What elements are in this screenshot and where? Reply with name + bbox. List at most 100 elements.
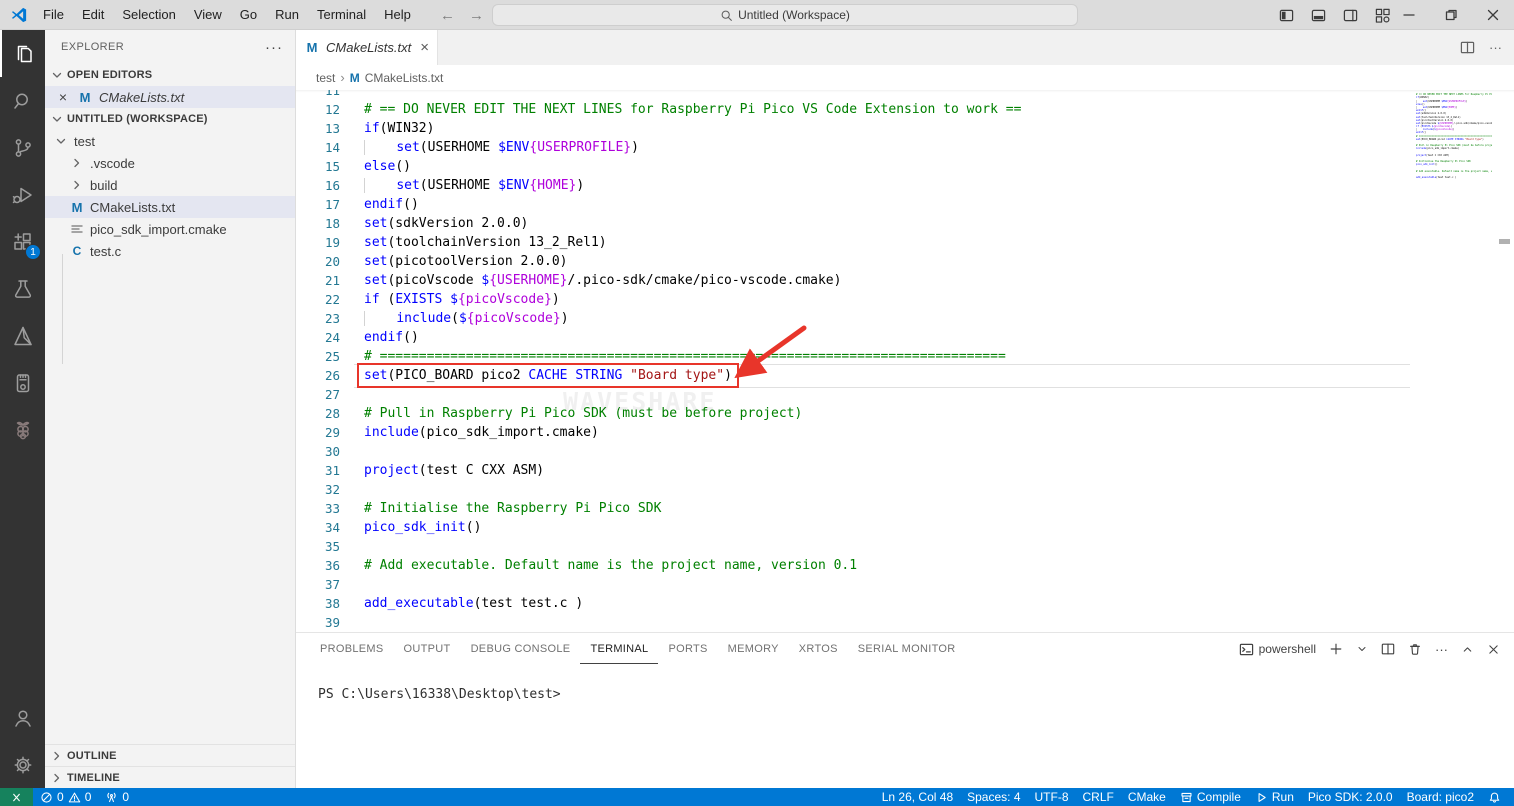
code-line-29[interactable]: 29include(pico_sdk_import.cmake) bbox=[296, 423, 1514, 442]
code-line-23[interactable]: 23 include(${picoVscode}) bbox=[296, 309, 1514, 328]
activity-accounts[interactable] bbox=[0, 694, 45, 741]
toggle-sidebar-right-icon[interactable] bbox=[1343, 8, 1358, 23]
minimap[interactable]: 1112# == DO NEVER EDIT THE NEXT LINES fo… bbox=[1416, 90, 1492, 632]
breadcrumb-folder[interactable]: test bbox=[316, 71, 335, 85]
panel-tab-terminal[interactable]: TERMINAL bbox=[580, 634, 658, 664]
menu-edit[interactable]: Edit bbox=[73, 0, 113, 30]
code-line-21[interactable]: 21set(picoVscode ${USERHOME}/.pico-sdk/c… bbox=[296, 271, 1514, 290]
terminal-shell[interactable]: powershell bbox=[1239, 642, 1316, 657]
code-line-17[interactable]: 17endif() bbox=[296, 195, 1514, 214]
close-window-button[interactable] bbox=[1472, 0, 1514, 30]
code-line-33[interactable]: 33# Initialise the Raspberry Pi Pico SDK bbox=[296, 499, 1514, 518]
activity-pico-project[interactable] bbox=[0, 359, 45, 406]
activity-run-and-debug[interactable] bbox=[0, 171, 45, 218]
code-line-24[interactable]: 24endif() bbox=[296, 328, 1514, 347]
open-editors-header[interactable]: OPEN EDITORS bbox=[45, 64, 295, 86]
forwarded-ports-status[interactable]: 0 bbox=[98, 788, 136, 806]
explorer-more-actions-icon[interactable]: ··· bbox=[265, 39, 283, 56]
terminal-dropdown-icon[interactable] bbox=[1356, 643, 1368, 655]
indentation-status[interactable]: Spaces: 4 bbox=[960, 788, 1027, 806]
code-line-26[interactable]: 26set(PICO_BOARD pico2 CACHE STRING "Boa… bbox=[296, 366, 1514, 385]
panel-more-actions-icon[interactable]: ··· bbox=[1435, 642, 1448, 657]
panel-tab-xrtos[interactable]: XRTOS bbox=[789, 634, 848, 664]
remote-indicator[interactable] bbox=[0, 788, 33, 806]
code-line-34[interactable]: 34pico_sdk_init() bbox=[296, 518, 1514, 537]
panel-tab-serial-monitor[interactable]: SERIAL MONITOR bbox=[848, 634, 966, 664]
eol-status[interactable]: CRLF bbox=[1076, 788, 1121, 806]
timeline-header[interactable]: TIMELINE bbox=[45, 766, 295, 788]
code-line-27[interactable]: 27 bbox=[296, 385, 1514, 404]
panel-tab-memory[interactable]: MEMORY bbox=[718, 634, 789, 664]
cursor-position-status[interactable]: Ln 26, Col 48 bbox=[875, 788, 960, 806]
activity-search[interactable] bbox=[0, 77, 45, 124]
terminal-content[interactable]: PS C:\Users\16338\Desktop\test> bbox=[296, 665, 1514, 702]
tab-cmakelists[interactable]: M CMakeLists.txt × bbox=[296, 30, 438, 65]
tree-item-test-c[interactable]: Ctest.c bbox=[45, 240, 295, 262]
code-line-19[interactable]: 19set(toolchainVersion 13_2_Rel1) bbox=[296, 233, 1514, 252]
run-status[interactable]: Run bbox=[1248, 788, 1301, 806]
code-line-18[interactable]: 18set(sdkVersion 2.0.0) bbox=[296, 214, 1514, 233]
close-panel-icon[interactable] bbox=[1487, 643, 1500, 656]
workspace-header[interactable]: UNTITLED (WORKSPACE) bbox=[45, 108, 295, 130]
code-line-16[interactable]: 16 set(USERHOME $ENV{HOME}) bbox=[296, 176, 1514, 195]
menu-terminal[interactable]: Terminal bbox=[308, 0, 375, 30]
nav-forward-icon[interactable]: → bbox=[469, 7, 484, 24]
editor-more-actions-icon[interactable]: ··· bbox=[1489, 40, 1502, 55]
code-line-11[interactable]: 11 bbox=[296, 90, 1514, 100]
panel-tab-output[interactable]: OUTPUT bbox=[394, 634, 461, 664]
close-editor-icon[interactable]: × bbox=[55, 89, 71, 105]
menu-selection[interactable]: Selection bbox=[113, 0, 184, 30]
menu-help[interactable]: Help bbox=[375, 0, 420, 30]
toggle-panel-icon[interactable] bbox=[1311, 8, 1326, 23]
code-line-20[interactable]: 20set(picotoolVersion 2.0.0) bbox=[296, 252, 1514, 271]
menu-go[interactable]: Go bbox=[231, 0, 266, 30]
code-line-35[interactable]: 35 bbox=[296, 537, 1514, 556]
minimize-button[interactable] bbox=[1388, 0, 1430, 30]
maximize-panel-icon[interactable] bbox=[1461, 643, 1474, 656]
activity-explorer[interactable] bbox=[0, 30, 45, 77]
tree-item-pico-sdk-import-cmake[interactable]: pico_sdk_import.cmake bbox=[45, 218, 295, 240]
tree-item-vscode[interactable]: .vscode bbox=[45, 152, 295, 174]
code-line-25[interactable]: 25# ====================================… bbox=[296, 347, 1514, 366]
command-center[interactable]: Untitled (Workspace) bbox=[492, 4, 1078, 26]
code-line-38[interactable]: 38add_executable(test test.c ) bbox=[296, 594, 1514, 613]
activity-raspberry-pi-pico[interactable] bbox=[0, 406, 45, 453]
code-line-37[interactable]: 37 bbox=[296, 575, 1514, 594]
split-terminal-icon[interactable] bbox=[1381, 642, 1395, 656]
menu-view[interactable]: View bbox=[185, 0, 231, 30]
scrollbar-mark[interactable] bbox=[1499, 239, 1510, 244]
code-line-32[interactable]: 32 bbox=[296, 480, 1514, 499]
code-line-31[interactable]: 31project(test C CXX ASM) bbox=[296, 461, 1514, 480]
activity-cmake[interactable] bbox=[0, 312, 45, 359]
tree-item-build[interactable]: build bbox=[45, 174, 295, 196]
breadcrumb[interactable]: test › M CMakeLists.txt bbox=[296, 65, 1514, 90]
code-line-22[interactable]: 22if (EXISTS ${picoVscode}) bbox=[296, 290, 1514, 309]
code-line-36[interactable]: 36# Add executable. Default name is the … bbox=[296, 556, 1514, 575]
code-line-28[interactable]: 28# Pull in Raspberry Pi Pico SDK (must … bbox=[296, 404, 1514, 423]
split-editor-icon[interactable] bbox=[1460, 40, 1475, 55]
code-line-14[interactable]: 14 set(USERHOME $ENV{USERPROFILE}) bbox=[296, 138, 1514, 157]
activity-source-control[interactable] bbox=[0, 124, 45, 171]
restore-button[interactable] bbox=[1430, 0, 1472, 30]
problems-status[interactable]: 0 0 bbox=[33, 788, 98, 806]
breadcrumb-file[interactable]: CMakeLists.txt bbox=[365, 71, 444, 85]
panel-tab-problems[interactable]: PROBLEMS bbox=[310, 634, 394, 664]
activity-manage[interactable] bbox=[0, 741, 45, 788]
code-line-30[interactable]: 30 bbox=[296, 442, 1514, 461]
tab-close-icon[interactable]: × bbox=[420, 39, 429, 56]
panel-tab-ports[interactable]: PORTS bbox=[658, 634, 717, 664]
notifications-status[interactable] bbox=[1481, 788, 1508, 806]
compile-status[interactable]: Compile bbox=[1173, 788, 1248, 806]
outline-header[interactable]: OUTLINE bbox=[45, 744, 295, 766]
open-editor-cmakelists-txt[interactable]: ×MCMakeLists.txt bbox=[45, 86, 295, 108]
code-line-13[interactable]: 13if(WIN32) bbox=[296, 119, 1514, 138]
code-line-12[interactable]: 12# == DO NEVER EDIT THE NEXT LINES for … bbox=[296, 100, 1514, 119]
kill-terminal-icon[interactable] bbox=[1408, 642, 1422, 656]
code-editor[interactable]: WAVESHARE 1112# == DO NEVER EDIT THE NEX… bbox=[296, 90, 1514, 632]
activity-testing[interactable] bbox=[0, 265, 45, 312]
panel-tab-debug-console[interactable]: DEBUG CONSOLE bbox=[461, 634, 581, 664]
toggle-sidebar-left-icon[interactable] bbox=[1279, 8, 1294, 23]
code-line-39[interactable]: 39 bbox=[296, 613, 1514, 632]
menu-file[interactable]: File bbox=[34, 0, 73, 30]
menu-run[interactable]: Run bbox=[266, 0, 308, 30]
